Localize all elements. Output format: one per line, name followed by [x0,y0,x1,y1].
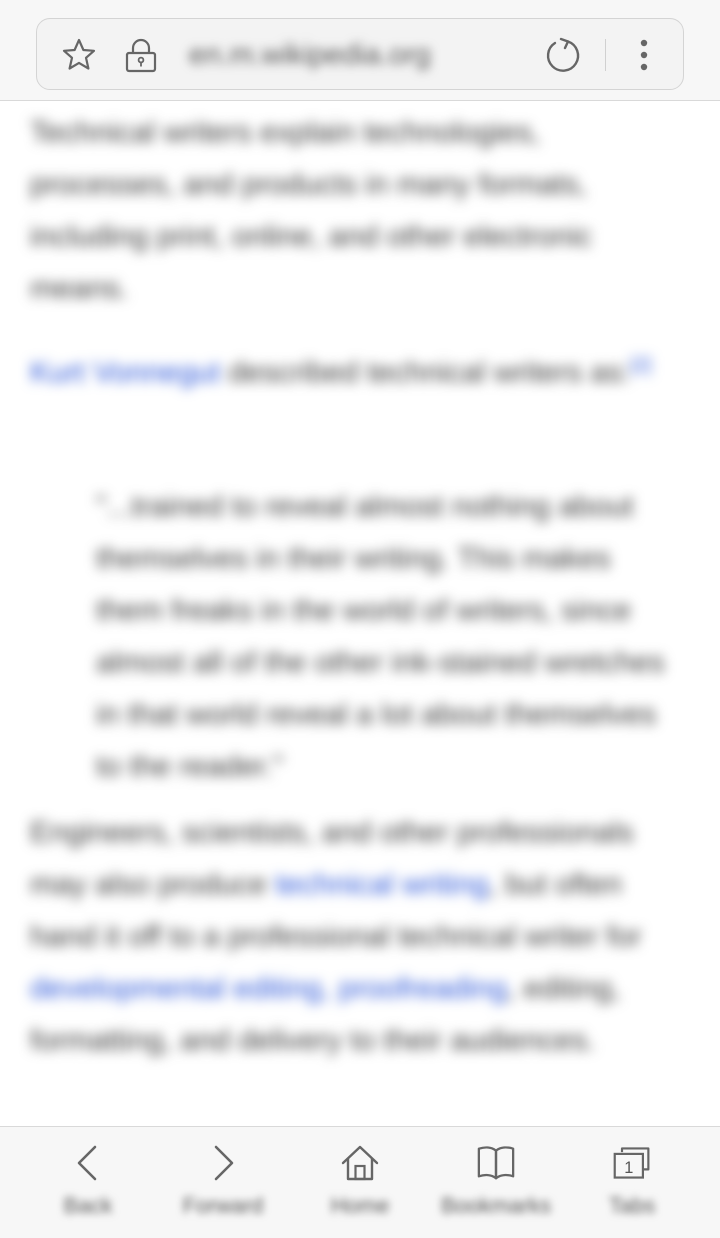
browser-page: en.m.wikipedia.org Technical writers exp… [0,0,720,1238]
home-button[interactable]: Home [300,1127,420,1238]
paragraph-2-text: described technical writers as: [220,356,631,389]
bottom-navigation-bar: Back Forward Home Bookmarks 1 Tabs [0,1126,720,1238]
forward-label: Forward [182,1193,264,1218]
home-icon [340,1143,380,1183]
tab-count: 1 [624,1159,633,1177]
kurt-vonnegut-link[interactable]: Kurt Vonnegut [30,356,220,389]
more-vertical-icon[interactable] [624,35,664,75]
tabs-button[interactable]: 1 Tabs [572,1127,692,1238]
address-bar[interactable]: en.m.wikipedia.org [36,18,684,90]
tabs-icon: 1 [612,1143,652,1183]
star-icon[interactable] [59,35,99,75]
back-label: Back [63,1193,113,1218]
block-quote: "...trained to reveal almost nothing abo… [96,490,665,783]
tabs-label: Tabs [608,1193,656,1218]
home-label: Home [330,1193,390,1218]
article-paragraph-3: Engineers, scientists, and other profess… [30,807,690,1067]
back-button[interactable]: Back [28,1127,148,1238]
lock-icon[interactable] [121,35,161,75]
article-paragraph-2: Kurt Vonnegut described technical writer… [30,347,670,399]
book-icon [476,1143,516,1183]
article-content: Technical writers explain technologies, … [0,101,720,1126]
forward-button[interactable]: Forward [163,1127,283,1238]
browser-toolbar: en.m.wikipedia.org [0,0,720,101]
bookmarks-button[interactable]: Bookmarks [436,1127,556,1238]
reload-icon[interactable] [543,35,583,75]
url-text[interactable]: en.m.wikipedia.org [189,39,431,71]
bookmarks-label: Bookmarks [440,1193,552,1218]
url-divider [605,39,606,71]
chevron-left-icon [68,1143,108,1183]
chevron-right-icon [203,1143,243,1183]
technical-writing-link[interactable]: technical writing [275,868,488,901]
reference-link[interactable]: [2] [630,355,651,376]
article-paragraph-1: Technical writers explain technologies, … [30,116,593,305]
developmental-editing-link[interactable]: developmental editing, proofreading [30,972,507,1005]
